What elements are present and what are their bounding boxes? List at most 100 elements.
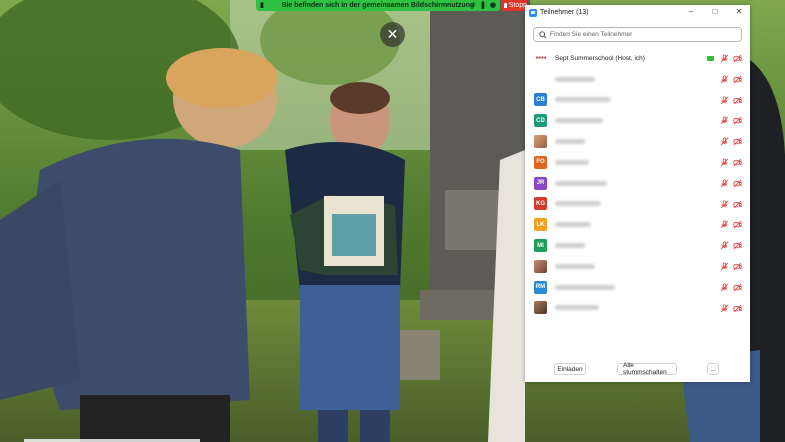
panel-titlebar: Teilnehmer (13) – □ ✕ [525, 5, 750, 20]
audio-icon[interactable]: ♫ [471, 1, 476, 9]
mic-muted-icon[interactable] [720, 137, 729, 146]
screen-share-indicator-icon [707, 56, 714, 61]
mic-muted-icon[interactable] [720, 283, 729, 292]
screen-share-banner: ▮ Sie befinden sich in der gemeinsamen B… [256, 0, 500, 11]
video-off-icon[interactable] [733, 283, 742, 292]
participant-row[interactable]: ●●●● Sept Summerschool (Host, ich) [525, 48, 750, 69]
video-off-icon[interactable] [733, 179, 742, 188]
video-off-icon[interactable] [733, 262, 742, 271]
participant-name-redacted [555, 118, 603, 124]
panel-title: Teilnehmer (13) [540, 9, 589, 16]
participant-status-icons [720, 304, 742, 313]
participant-name-redacted [555, 139, 585, 145]
participant-row[interactable] [525, 69, 750, 90]
participant-row[interactable]: CD [525, 110, 750, 131]
video-off-icon[interactable] [733, 96, 742, 105]
participant-name-redacted [555, 159, 589, 165]
video-off-icon[interactable] [733, 220, 742, 229]
shield-icon[interactable]: ◉ [490, 1, 496, 9]
mute-all-button[interactable]: Alle stummschalten [617, 362, 677, 376]
mic-muted-icon[interactable] [720, 179, 729, 188]
mic-muted-icon[interactable] [720, 220, 729, 229]
participant-name-redacted [555, 180, 607, 186]
stop-icon [504, 3, 507, 8]
mic-muted-icon[interactable] [720, 200, 729, 209]
avatar [534, 73, 547, 86]
participant-status-icons [720, 137, 742, 146]
participant-status-icons [720, 262, 742, 271]
search-icon [539, 30, 547, 39]
avatar: CD [534, 114, 547, 128]
participant-row[interactable]: RM [525, 277, 750, 298]
participant-list: ●●●● Sept Summerschool (Host, ich) CB CD FO J… [525, 48, 750, 318]
avatar: KG [534, 197, 547, 211]
avatar: MI [534, 239, 547, 253]
invite-button[interactable]: Einladen [554, 363, 586, 375]
more-button[interactable]: ... [707, 363, 719, 375]
participant-status-icons [720, 283, 742, 292]
mic-muted-icon[interactable] [720, 158, 729, 167]
participant-status-icons [720, 75, 742, 84]
participant-row[interactable]: MI [525, 235, 750, 256]
participant-name-redacted [555, 263, 595, 269]
avatar [534, 259, 547, 273]
participant-row[interactable]: CB [525, 90, 750, 111]
avatar: LK [534, 218, 547, 232]
participants-panel: Teilnehmer (13) – □ ✕ ●●●● Sept Summersch… [525, 5, 750, 382]
close-icon: ✕ [386, 26, 399, 42]
avatar [534, 301, 547, 315]
participant-search[interactable] [533, 27, 742, 42]
screen-share-banner-text: Sie befinden sich in der gemeinsamen Bil… [281, 2, 475, 9]
avatar: JR [534, 176, 547, 190]
mic-muted-icon[interactable] [720, 116, 729, 125]
zoom-logo-icon [529, 8, 537, 17]
participant-name-redacted [555, 97, 611, 103]
participant-status-icons [720, 158, 742, 167]
participant-row[interactable]: LK [525, 214, 750, 235]
close-overlay-button[interactable]: ✕ [380, 22, 405, 47]
maximize-icon[interactable]: □ [710, 7, 720, 16]
mic-muted-icon[interactable] [720, 96, 729, 105]
mic-muted-icon[interactable] [720, 241, 729, 250]
participant-status-icons [720, 96, 742, 105]
avatar: ●●●● [535, 55, 547, 62]
participant-status-icons [707, 54, 742, 63]
participant-status-icons [720, 116, 742, 125]
video-off-icon[interactable] [733, 200, 742, 209]
participant-row[interactable]: JR [525, 173, 750, 194]
participant-row[interactable]: FO [525, 152, 750, 173]
minimize-icon[interactable]: – [686, 7, 696, 16]
participant-row[interactable]: KG [525, 194, 750, 215]
panel-footer: Einladen Alle stummschalten ... [525, 361, 750, 377]
mic-muted-icon[interactable] [720, 54, 729, 63]
video-off-icon[interactable] [733, 304, 742, 313]
participant-name-redacted [555, 222, 591, 228]
participant-name-redacted [555, 76, 595, 82]
video-off-icon[interactable] [733, 75, 742, 84]
video-off-icon[interactable] [733, 241, 742, 250]
participant-status-icons [720, 200, 742, 209]
avatar: FO [534, 155, 547, 169]
video-off-icon[interactable] [733, 116, 742, 125]
participant-status-icons [720, 220, 742, 229]
participant-name-redacted [555, 305, 599, 311]
participant-name-redacted [555, 284, 615, 290]
video-off-icon[interactable] [733, 158, 742, 167]
mic-muted-icon[interactable] [720, 75, 729, 84]
mic-muted-icon[interactable] [720, 262, 729, 271]
pause-icon[interactable]: ❚ [480, 1, 486, 9]
mic-muted-icon[interactable] [720, 304, 729, 313]
participant-row[interactable] [525, 131, 750, 152]
close-window-icon[interactable]: ✕ [734, 7, 744, 16]
participant-name-redacted [555, 243, 585, 249]
search-input[interactable] [547, 30, 732, 39]
participant-row[interactable] [525, 298, 750, 319]
avatar: CB [534, 93, 547, 107]
video-off-icon[interactable] [733, 137, 742, 146]
avatar: RM [534, 280, 547, 294]
participant-status-icons [720, 241, 742, 250]
participant-row[interactable] [525, 256, 750, 277]
stop-share-button[interactable]: Stopp [501, 0, 527, 11]
video-off-icon[interactable] [733, 54, 742, 63]
share-status-icon: ▮ [260, 2, 264, 9]
